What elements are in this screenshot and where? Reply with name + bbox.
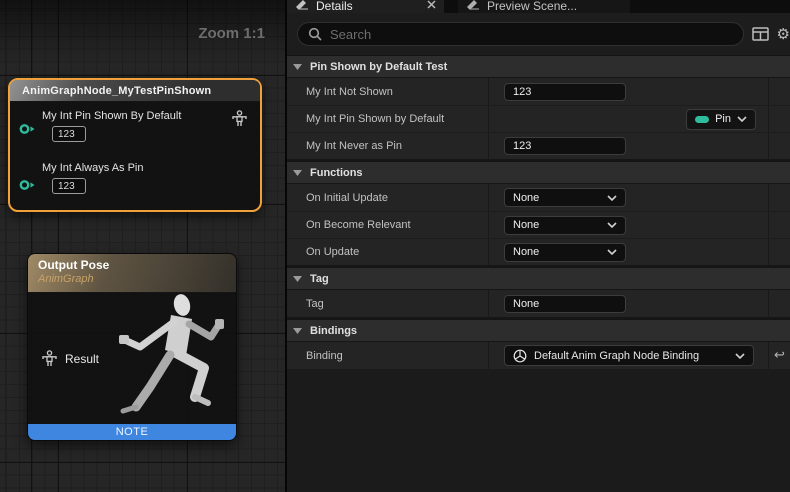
chevron-down-icon (735, 353, 745, 359)
preview-scene-tab-icon (466, 0, 480, 12)
function-dropdown[interactable]: None (504, 216, 626, 235)
tab-preview-scene[interactable]: Preview Scene... (458, 0, 630, 13)
pose-pin-icon[interactable] (42, 350, 57, 367)
node-note-bar[interactable]: NOTE (28, 424, 236, 440)
node-title: Output Pose (38, 258, 236, 272)
property-row: On Update None (287, 238, 790, 265)
property-row: On Initial Update None (287, 184, 790, 211)
tag-input[interactable]: None (504, 295, 626, 313)
panel-tab-strip: Details Preview Scene... (287, 0, 790, 13)
details-panel: Details Preview Scene... (285, 0, 790, 492)
int-input[interactable]: 123 (504, 83, 626, 101)
chevron-down-icon (737, 116, 747, 122)
collapse-arrow-icon[interactable] (293, 328, 302, 334)
node-subtitle: AnimGraph (38, 273, 236, 285)
property-row: My Int Pin Shown by Default Pin (287, 105, 790, 132)
category-functions[interactable]: Functions (287, 161, 790, 184)
graph-node-output-pose[interactable]: Output Pose AnimGraph (27, 253, 237, 441)
chevron-down-icon (607, 195, 617, 201)
search-input[interactable] (330, 27, 733, 42)
pin-label: My Int Always As Pin (42, 162, 143, 174)
pin-value-input[interactable]: 123 (52, 126, 86, 142)
search-box[interactable] (297, 22, 744, 46)
settings-gear-icon[interactable]: ⚙ (777, 27, 790, 42)
property-row: My Int Never as Pin 123 (287, 132, 790, 159)
property-row: Tag None (287, 290, 790, 317)
property-row: My Int Not Shown 123 (287, 78, 790, 105)
pose-pin-icon[interactable] (232, 110, 247, 127)
result-pin-label: Result (65, 352, 99, 366)
details-property-list: Pin Shown by Default Test My Int Not Sho… (287, 55, 790, 492)
tab-details[interactable]: Details (287, 0, 444, 13)
category-pin-shown-by-default-test[interactable]: Pin Shown by Default Test (287, 55, 790, 78)
int-pin-icon[interactable] (19, 123, 36, 135)
binding-class-dropdown[interactable]: Default Anim Graph Node Binding (504, 345, 754, 366)
collapse-arrow-icon[interactable] (293, 276, 302, 282)
node-title: AnimGraphNode_MyTestPinShown (22, 85, 211, 97)
property-row: Binding Default Anim Graph Node Binding … (287, 342, 790, 369)
close-icon[interactable] (427, 0, 436, 9)
pin-pill-icon (695, 116, 709, 123)
property-row: On Become Relevant None (287, 211, 790, 238)
function-dropdown[interactable]: None (504, 188, 626, 207)
pin-label: My Int Pin Shown By Default (42, 110, 181, 122)
category-bindings[interactable]: Bindings (287, 319, 790, 342)
chevron-down-icon (607, 222, 617, 228)
zoom-level-label: Zoom 1:1 (198, 25, 265, 42)
search-icon (308, 27, 322, 41)
int-input[interactable]: 123 (504, 137, 626, 155)
details-tab-icon (295, 0, 309, 12)
anim-graph-canvas[interactable]: Zoom 1:1 AnimGraphNode_MyTestPinShown My… (0, 0, 285, 492)
collapse-arrow-icon[interactable] (293, 64, 302, 70)
running-mannequin-image (116, 291, 234, 427)
int-pin-icon[interactable] (19, 179, 36, 191)
display-view-icon[interactable] (752, 27, 769, 41)
class-sphere-icon (513, 349, 527, 363)
pin-mode-dropdown[interactable]: Pin (686, 109, 756, 130)
node-header[interactable]: AnimGraphNode_MyTestPinShown (10, 80, 260, 102)
chevron-down-icon (607, 249, 617, 255)
graph-node-mytestpinshown[interactable]: AnimGraphNode_MyTestPinShown My Int Pin … (8, 78, 262, 212)
collapse-arrow-icon[interactable] (293, 170, 302, 176)
pin-value-input[interactable]: 123 (52, 178, 86, 194)
node-header[interactable]: Output Pose AnimGraph (28, 254, 236, 293)
unreal-editor-window: Zoom 1:1 AnimGraphNode_MyTestPinShown My… (0, 0, 790, 492)
function-dropdown[interactable]: None (504, 243, 626, 262)
reset-to-default-icon[interactable]: ↩ (774, 349, 785, 362)
category-tag[interactable]: Tag (287, 267, 790, 290)
details-toolbar: ⚙ (287, 13, 790, 55)
